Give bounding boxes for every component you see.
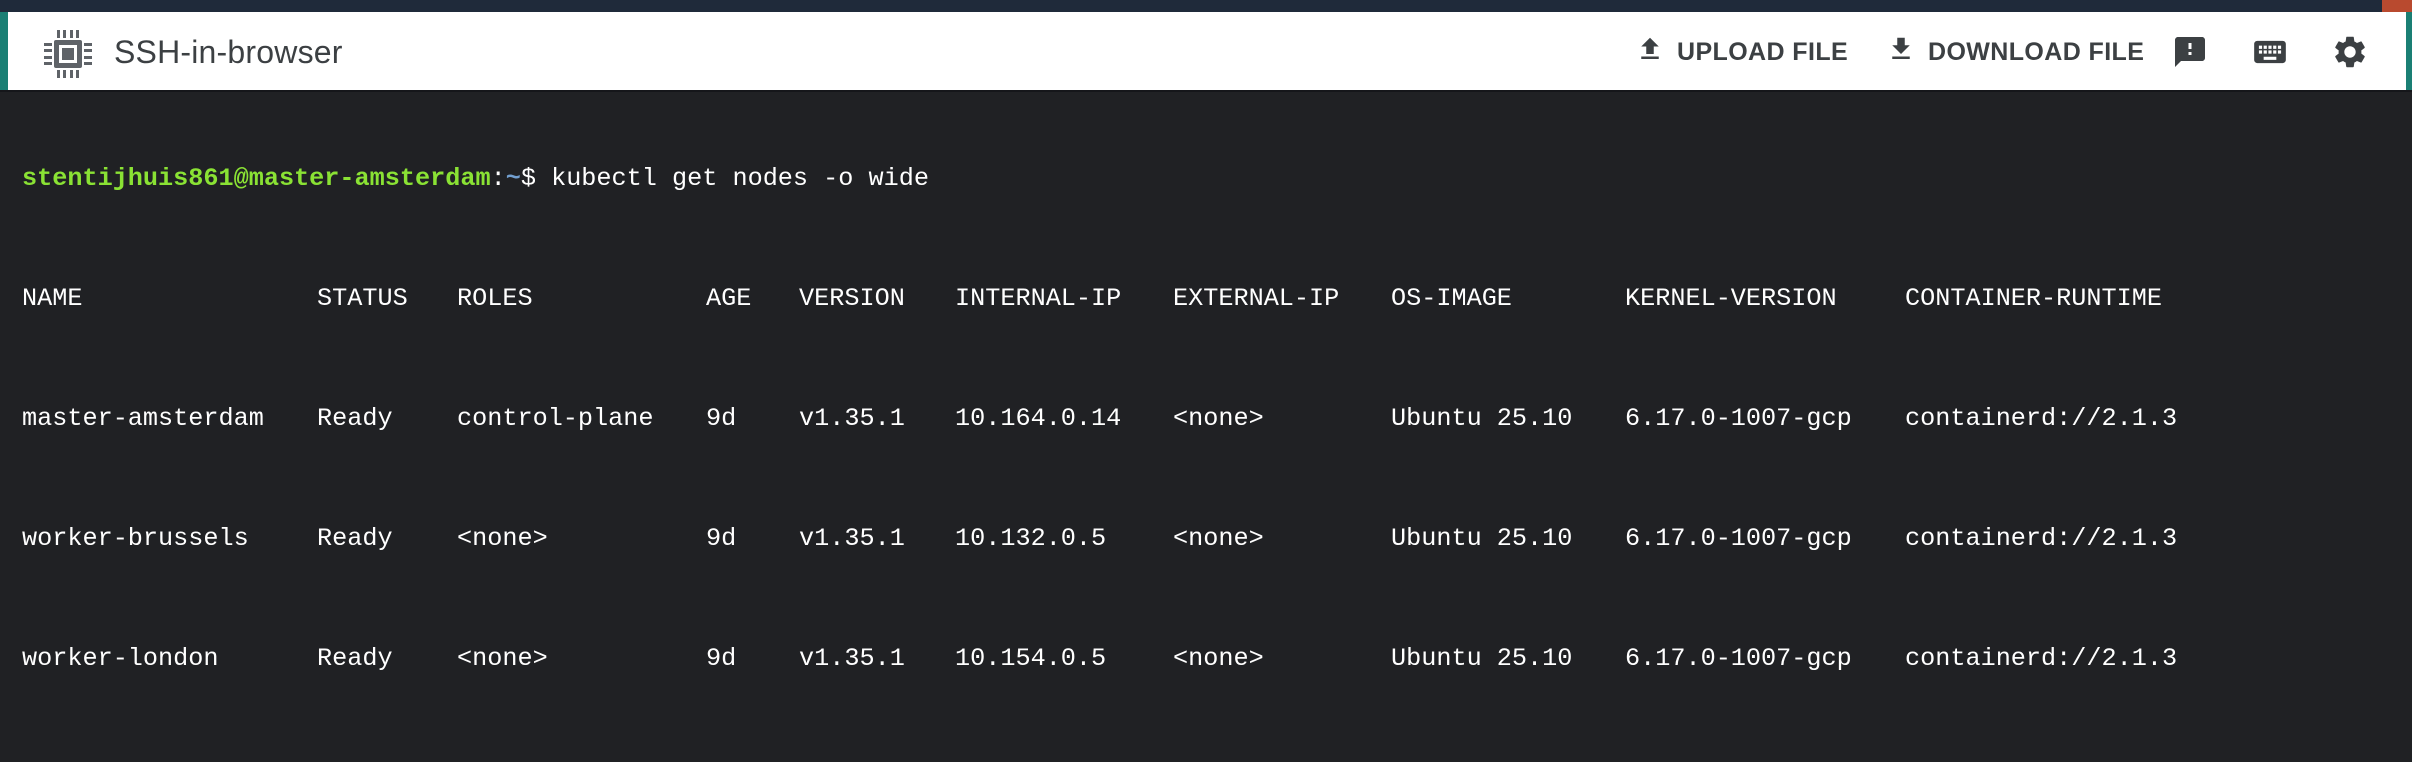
cell-name: master-amsterdam: [22, 404, 264, 433]
cell-status: Ready: [317, 524, 393, 553]
cell-version: v1.35.1: [799, 524, 905, 553]
cell-age: 9d: [706, 524, 737, 553]
cell-status: Ready: [317, 404, 393, 433]
prompt-separator: :: [490, 164, 506, 193]
prompt-path: ~: [505, 164, 521, 193]
cell-roles: <none>: [457, 524, 548, 553]
cell-status: Ready: [317, 644, 393, 673]
header-age: AGE: [706, 284, 752, 313]
window-right-edge: [2406, 12, 2412, 92]
header-internal-ip: INTERNAL-IP: [955, 284, 1122, 313]
header-version: VERSION: [799, 284, 905, 313]
keyboard-button[interactable]: [2248, 32, 2292, 76]
header-kernel-version: KERNEL-VERSION: [1625, 284, 1837, 313]
window-left-edge: [0, 12, 8, 92]
header-container-runtime: CONTAINER-RUNTIME: [1905, 284, 2162, 313]
chip-icon: [40, 26, 96, 82]
upload-file-label: UPLOAD FILE: [1677, 37, 1849, 66]
cell-container-runtime: containerd://2.1.3: [1905, 644, 2178, 673]
app-header: SSH-in-browser UPLOAD FILE DOWNLOAD FILE: [8, 12, 2406, 90]
keyboard-icon: [2251, 33, 2289, 76]
download-file-button[interactable]: DOWNLOAD FILE: [1886, 30, 2144, 74]
header-external-ip: EXTERNAL-IP: [1173, 284, 1340, 313]
table-row: worker-london Ready <none> 9d v1.35.1 10.154.…: [22, 644, 2406, 674]
cell-external-ip: <none>: [1173, 404, 1264, 433]
command-text: kubectl get nodes -o wide: [551, 164, 929, 193]
cell-external-ip: <none>: [1173, 644, 1264, 673]
cell-kernel-version: 6.17.0-1007-gcp: [1625, 644, 1852, 673]
cell-name: worker-brussels: [22, 524, 249, 553]
header-status: STATUS: [317, 284, 408, 313]
prompt-user-host: stentijhuis861@master-amsterdam: [22, 164, 491, 193]
terminal[interactable]: stentijhuis861@master-amsterdam:~$ kubec…: [8, 92, 2406, 673]
cell-internal-ip: 10.132.0.5: [955, 524, 1107, 553]
upload-file-button[interactable]: UPLOAD FILE: [1635, 30, 1848, 74]
table-row: master-amsterdam Ready control-plane 9d v1.3…: [22, 404, 2406, 434]
settings-button[interactable]: [2328, 32, 2372, 76]
cell-os-image: Ubuntu 25.10: [1391, 404, 1573, 433]
cell-os-image: Ubuntu 25.10: [1391, 524, 1573, 553]
browser-top-strip: [0, 0, 2412, 12]
cell-os-image: Ubuntu 25.10: [1391, 644, 1573, 673]
cell-kernel-version: 6.17.0-1007-gcp: [1625, 404, 1852, 433]
feedback-button[interactable]: [2168, 32, 2212, 76]
cell-roles: <none>: [457, 644, 548, 673]
cell-name: worker-london: [22, 644, 219, 673]
download-file-label: DOWNLOAD FILE: [1928, 37, 2145, 66]
cell-kernel-version: 6.17.0-1007-gcp: [1625, 524, 1852, 553]
cell-internal-ip: 10.154.0.5: [955, 644, 1107, 673]
cell-roles: control-plane: [457, 404, 654, 433]
cell-age: 9d: [706, 404, 737, 433]
app-title: SSH-in-browser: [114, 34, 343, 70]
cell-container-runtime: containerd://2.1.3: [1905, 404, 2178, 433]
upload-icon: [1635, 34, 1665, 71]
download-icon: [1886, 34, 1916, 71]
header-os-image: OS-IMAGE: [1391, 284, 1512, 313]
command-line: stentijhuis861@master-amsterdam:~$ kubec…: [22, 164, 2406, 194]
cell-version: v1.35.1: [799, 404, 905, 433]
cell-container-runtime: containerd://2.1.3: [1905, 524, 2178, 553]
cell-external-ip: <none>: [1173, 524, 1264, 553]
header-name: NAME: [22, 284, 83, 313]
browser-corner-indicator: [2382, 0, 2412, 12]
table-row: worker-brussels Ready <none> 9d v1.35.1 10.13…: [22, 524, 2406, 554]
prompt-symbol: $: [520, 164, 536, 193]
table-header-row: NAME STATUS ROLES AGE VERSION INTERNAL-IP EXTE…: [22, 284, 2406, 314]
cell-internal-ip: 10.164.0.14: [955, 404, 1122, 433]
feedback-icon: [2172, 34, 2208, 75]
cell-age: 9d: [706, 644, 737, 673]
gear-icon: [2331, 33, 2369, 76]
header-roles: ROLES: [457, 284, 533, 313]
cell-version: v1.35.1: [799, 644, 905, 673]
